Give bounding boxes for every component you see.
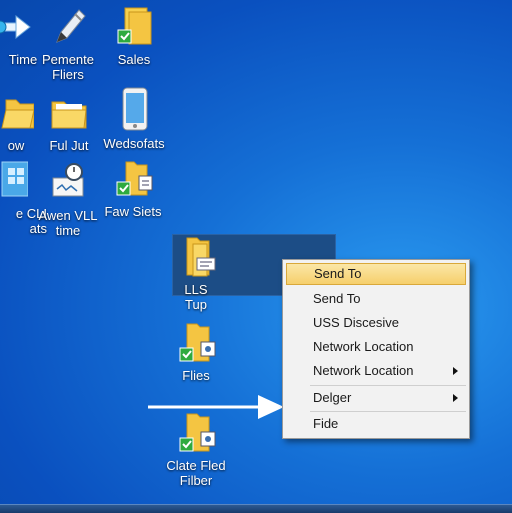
folder-check-icon xyxy=(175,322,217,364)
desktop-icon-clate-fled-filber[interactable]: Clate Fled Filber xyxy=(153,412,239,488)
menu-item-label: Send To xyxy=(314,266,362,281)
menu-item-uss-discesive[interactable]: USS Discesive xyxy=(286,312,466,334)
menu-item-label: Network Location xyxy=(313,363,414,378)
menu-item-label: Delger xyxy=(313,390,352,405)
menu-item-network-location[interactable]: Network Location xyxy=(286,336,466,358)
icon-label: LLS Tup xyxy=(184,282,208,312)
icon-label: Pemente Fliers xyxy=(41,52,95,82)
submenu-arrow-icon xyxy=(453,394,458,402)
icon-label: ow xyxy=(7,138,25,153)
desktop-icon-faw-siets[interactable]: Faw Siets xyxy=(90,158,176,219)
menu-item-label: Network Location xyxy=(313,339,414,354)
clock-icon xyxy=(47,162,89,204)
icon-label: Wedsofats xyxy=(103,136,165,151)
icon-label: Ful Jut xyxy=(49,138,89,153)
pen-icon xyxy=(47,6,89,48)
menu-item-fide[interactable]: Fide xyxy=(286,413,466,435)
menu-separator xyxy=(310,411,466,412)
desktop-icon-sales[interactable]: Sales xyxy=(91,6,177,67)
desktop-icon-flies[interactable]: Flies xyxy=(153,322,239,383)
menu-item-label: Send To xyxy=(313,291,361,306)
menu-separator xyxy=(310,385,466,386)
menu-item-send-to-highlighted[interactable]: Send To xyxy=(286,263,466,285)
icon-label: Awen VLL time xyxy=(38,208,98,238)
icon-label: Faw Siets xyxy=(104,204,162,219)
windows-icon xyxy=(0,160,29,202)
desktop-icon-wedsofats[interactable]: Wedsofats xyxy=(91,86,177,151)
icon-label: Flies xyxy=(182,368,210,383)
desktop-icon-lls-tup[interactable]: LLS Tup xyxy=(153,236,239,312)
phone-icon xyxy=(113,86,155,132)
folder-doc-icon xyxy=(175,236,217,278)
pointer-arrow-icon xyxy=(148,395,284,419)
icon-label: Clate Fled Filber xyxy=(166,458,226,488)
context-menu: Send To Send To USS Discesive Network Lo… xyxy=(282,259,470,439)
menu-item-label: Fide xyxy=(313,416,339,431)
menu-item-send-to[interactable]: Send To xyxy=(286,288,466,310)
folder-check-icon xyxy=(113,6,155,48)
menu-item-label: USS Discesive xyxy=(313,315,399,330)
folder-icon xyxy=(48,92,90,134)
folder-check-icon xyxy=(112,158,154,200)
menu-item-delger[interactable]: Delger xyxy=(286,387,466,409)
menu-item-network-location-submenu[interactable]: Network Location xyxy=(286,360,466,382)
icon-label: Sales xyxy=(117,52,151,67)
submenu-arrow-icon xyxy=(453,367,458,375)
